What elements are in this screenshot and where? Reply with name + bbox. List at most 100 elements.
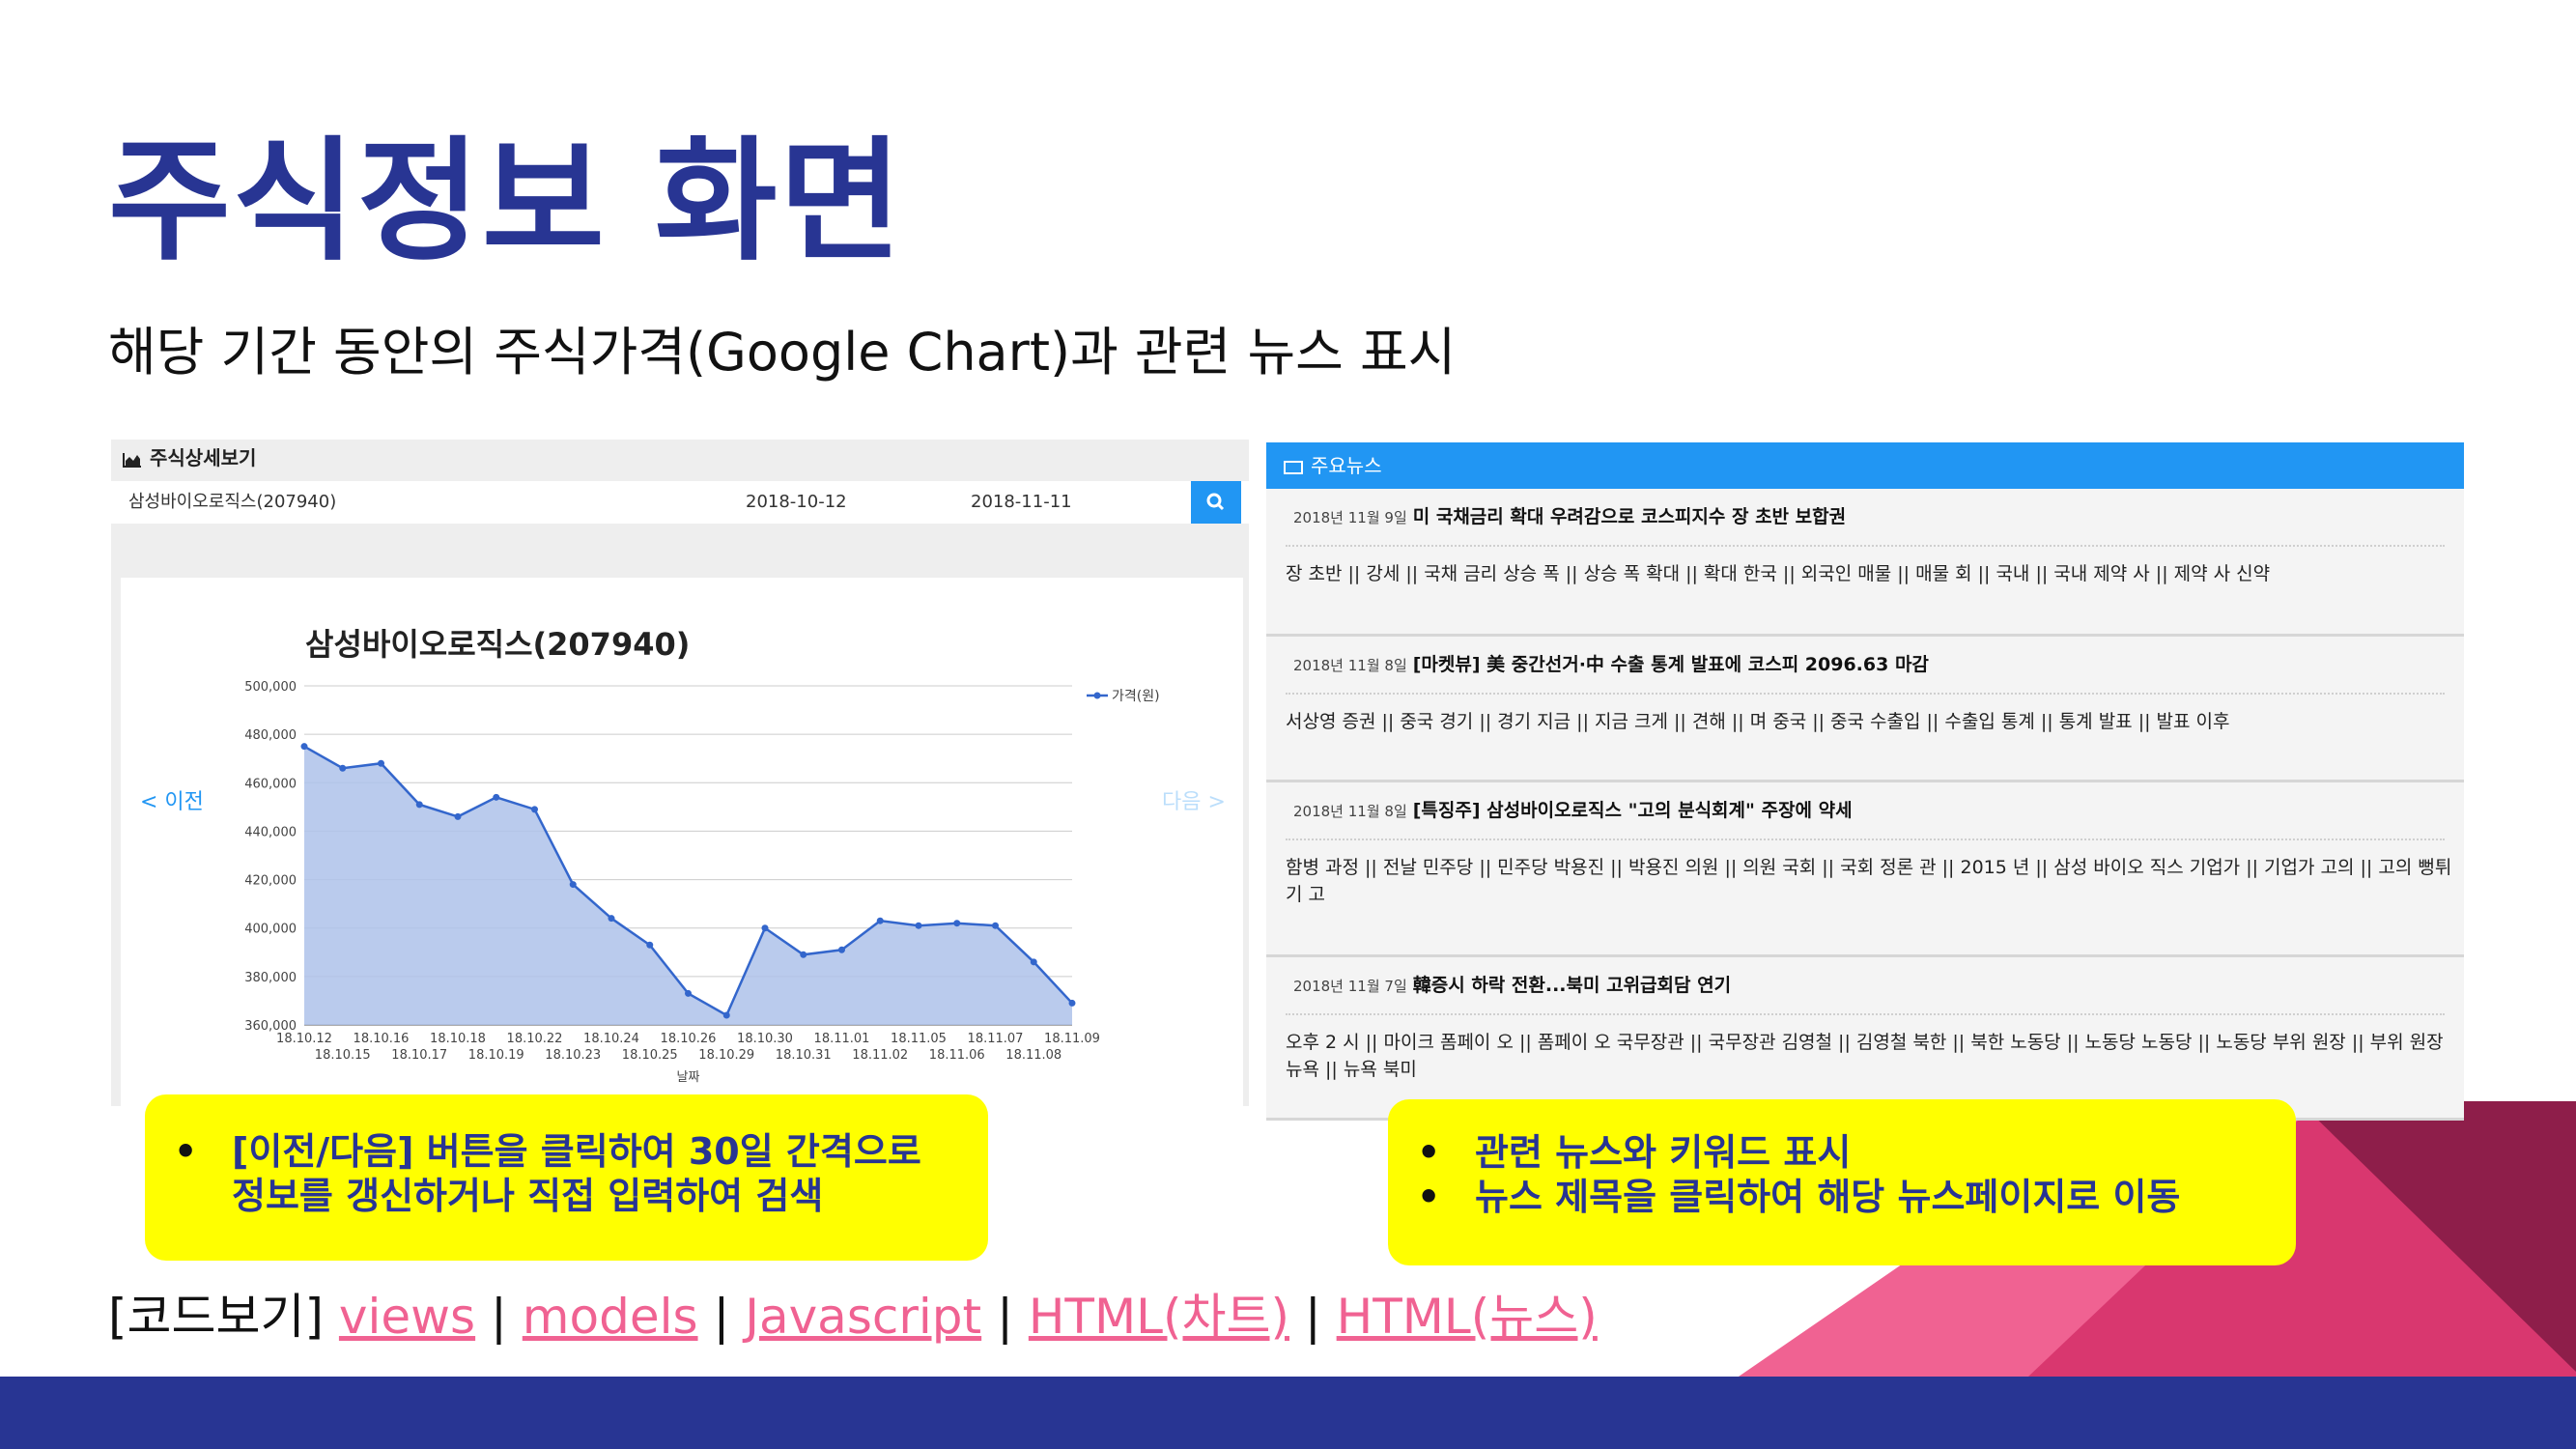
news-date: 2018년 11월 7일: [1293, 978, 1407, 995]
data-point: [761, 924, 769, 932]
link-separator: |: [997, 1289, 1013, 1345]
news-item: 2018년 11월 7일 韓증시 하락 전환...북미 고위급회담 연기 오후 2…: [1266, 957, 2464, 1121]
callout-right-line1: 관련 뉴스와 키워드 표시: [1388, 1130, 2296, 1175]
callout-left: [이전/다음] 버튼을 클릭하여 30일 간격으로 정보를 갱신하거나 직접 입…: [145, 1094, 988, 1261]
newspaper-icon: [1284, 460, 1303, 474]
news-title-link[interactable]: 2018년 11월 8일 [특징주] 삼성바이오로직스 "고의 분식회계" 주장에…: [1293, 782, 1853, 838]
news-date: 2018년 11월 8일: [1293, 803, 1407, 820]
news-item: 2018년 11월 8일 [특징주] 삼성바이오로직스 "고의 분식회계" 주장에…: [1266, 782, 2464, 957]
x-tick-label: 18.10.16: [354, 1032, 410, 1046]
area-chart-icon: [123, 452, 141, 468]
data-point: [378, 759, 384, 767]
link-separator: |: [713, 1289, 730, 1345]
news-item: 2018년 11월 8일 [마켓뷰] 美 중간선거·中 수출 통계 발표에 코스피…: [1266, 637, 2464, 782]
stock-chart: 삼성바이오로직스(207940) < 이전 다음 > 500,000 480,00…: [121, 578, 1243, 1106]
x-tick-label: 18.10.19: [468, 1048, 524, 1063]
callout-right-line2: 뉴스 제목을 클릭하여 해당 뉴스페이지로 이동: [1388, 1175, 2296, 1219]
bottom-bar: [0, 1377, 2576, 1449]
news-title-link[interactable]: 2018년 11월 7일 韓증시 하락 전환...북미 고위급회담 연기: [1293, 957, 1731, 1013]
stock-panel-header: 주식상세보기: [123, 440, 256, 476]
stock-search-form: 삼성바이오로직스(207940) 2018-10-12 2018-11-11: [111, 481, 1249, 524]
callout-right: 관련 뉴스와 키워드 표시 뉴스 제목을 클릭하여 해당 뉴스페이지로 이동: [1388, 1099, 2296, 1265]
data-point: [876, 917, 884, 924]
series-area: [304, 746, 1072, 1025]
data-point: [1030, 958, 1037, 966]
end-date-input[interactable]: 2018-11-11: [971, 481, 1072, 524]
x-tick-label: 18.10.23: [545, 1048, 601, 1063]
news-headline: 미 국채금리 확대 우려감으로 코스피지수 장 초반 보합권: [1412, 506, 1847, 527]
start-date-input[interactable]: 2018-10-12: [746, 481, 847, 524]
x-tick-label: 18.11.08: [1005, 1048, 1062, 1063]
news-panel-header: 주요뉴스: [1266, 442, 2464, 489]
news-headline: [특징주] 삼성바이오로직스 "고의 분식회계" 주장에 약세: [1412, 800, 1853, 821]
data-point: [339, 764, 347, 772]
data-point: [569, 881, 577, 889]
link-html-chart[interactable]: HTML(차트): [1029, 1289, 1289, 1345]
legend-label: 가격(원): [1112, 689, 1160, 704]
legend-marker: [1093, 692, 1101, 699]
x-tick-label: 18.10.29: [698, 1048, 754, 1063]
x-tick-label: 18.10.26: [661, 1032, 717, 1046]
x-tick-label: 18.10.30: [737, 1032, 793, 1046]
data-point: [608, 915, 615, 923]
y-tick-label: 500,000: [244, 680, 297, 695]
news-panel-title: 주요뉴스: [1311, 454, 1382, 477]
x-tick-label: 18.10.22: [507, 1032, 563, 1046]
chart-plot: 500,000 480,000 460,000 440,000 420,000 400,0…: [244, 680, 1160, 1085]
link-separator: |: [1304, 1289, 1321, 1345]
x-axis-label: 날짜: [677, 1070, 700, 1085]
y-tick-label: 380,000: [244, 971, 297, 985]
x-tick-label: 18.11.01: [814, 1032, 870, 1046]
link-html-news[interactable]: HTML(뉴스): [1337, 1289, 1598, 1345]
data-point: [992, 922, 999, 929]
stock-name-input[interactable]: 삼성바이오로직스(207940): [128, 481, 336, 524]
search-button[interactable]: [1191, 481, 1241, 524]
data-point: [1068, 999, 1076, 1007]
x-tick-label: 18.11.02: [852, 1048, 908, 1063]
data-point: [415, 801, 423, 809]
x-tick-label: 18.10.31: [776, 1048, 832, 1063]
callout-left-line1: [이전/다음] 버튼을 클릭하여 30일 간격으로: [145, 1129, 988, 1174]
stock-panel: 주식상세보기 삼성바이오로직스(207940) 2018-10-12 2018-…: [111, 440, 1249, 1106]
y-tick-label: 480,000: [244, 728, 297, 743]
link-views[interactable]: views: [339, 1289, 475, 1345]
link-models[interactable]: models: [523, 1289, 698, 1345]
x-tick-label: 18.11.05: [891, 1032, 947, 1046]
data-point: [915, 922, 922, 929]
callout-left-line2: 정보를 갱신하거나 직접 입력하여 검색: [232, 1175, 824, 1217]
slide-title: 주식정보 화면: [108, 124, 904, 279]
news-title-link[interactable]: 2018년 11월 9일 미 국채금리 확대 우려감으로 코스피지수 장 초반 보…: [1293, 489, 1846, 545]
x-tick-label: 18.11.09: [1044, 1032, 1100, 1046]
news-date: 2018년 11월 9일: [1293, 509, 1407, 526]
x-tick-label: 18.10.17: [391, 1048, 447, 1063]
data-point: [493, 793, 500, 801]
stock-panel-title: 주식상세보기: [150, 446, 257, 469]
y-tick-label: 420,000: [244, 874, 297, 889]
data-point: [531, 806, 538, 813]
y-tick-label: 440,000: [244, 825, 297, 839]
news-keywords: 오후 2 시 || 마이크 폼페이 오 || 폼페이 오 국무장관 || 국무장…: [1286, 1032, 2444, 1080]
news-keywords: 장 초반 || 강세 || 국채 금리 상승 폭 || 상승 폭 확대 || 확…: [1286, 563, 2271, 584]
data-point: [953, 920, 961, 927]
news-title-link[interactable]: 2018년 11월 8일 [마켓뷰] 美 중간선거·中 수출 통계 발표에 코스피…: [1293, 637, 1929, 693]
search-icon: [1206, 493, 1225, 511]
slide-subtitle: 해당 기간 동안의 주식가격(Google Chart)과 관련 뉴스 표시: [108, 322, 1457, 383]
news-keywords: 서상영 증권 || 중국 경기 || 경기 지금 || 지금 크게 || 견해 …: [1286, 711, 2230, 732]
data-point: [800, 951, 807, 958]
code-links-prefix: [코드보기]: [108, 1289, 325, 1345]
news-panel: 주요뉴스 2018년 11월 9일 미 국채금리 확대 우려감으로 코스피지수 장…: [1266, 442, 2464, 1121]
code-links: [코드보기] views | models | Javascript | HTM…: [108, 1293, 1598, 1341]
news-divider: [1286, 1013, 2445, 1015]
data-point: [454, 812, 462, 820]
x-tick-label: 18.10.25: [622, 1048, 678, 1063]
link-javascript[interactable]: Javascript: [745, 1289, 981, 1345]
y-tick-label: 460,000: [244, 777, 297, 791]
news-date: 2018년 11월 8일: [1293, 657, 1407, 674]
news-divider: [1286, 545, 2445, 547]
news-divider: [1286, 693, 2445, 695]
x-tick-label: 18.10.12: [276, 1032, 332, 1046]
news-item: 2018년 11월 9일 미 국채금리 확대 우려감으로 코스피지수 장 초반 보…: [1266, 489, 2464, 637]
data-point: [722, 1011, 730, 1019]
x-tick-label: 18.11.07: [968, 1032, 1024, 1046]
news-divider: [1286, 838, 2445, 840]
